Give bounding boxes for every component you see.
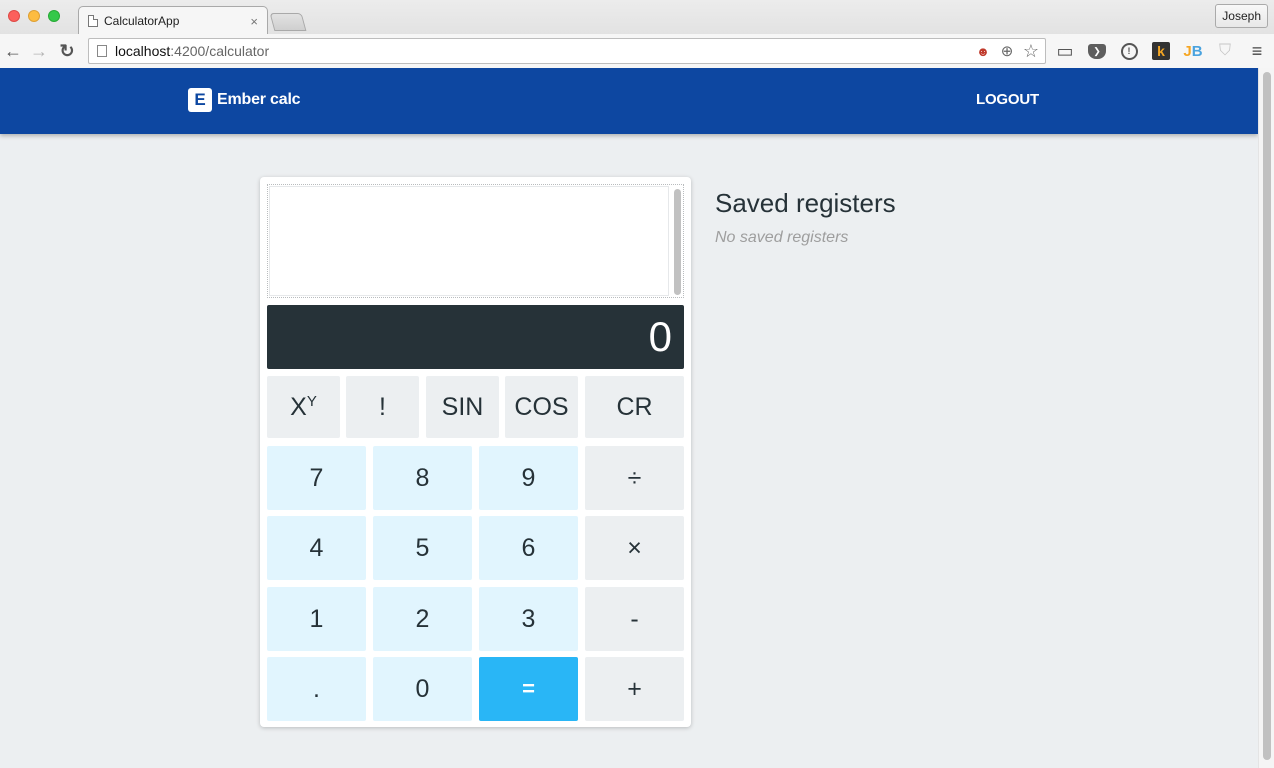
page-icon [88,15,98,27]
forward-icon[interactable]: → [28,40,50,62]
address-bar-actions: ☻ ⊕ ☆ [973,41,1041,61]
browser-tab[interactable]: CalculatorApp × [86,8,266,34]
calculator-display: 0 [267,305,684,369]
cast-icon[interactable]: ▭ [1052,40,1078,62]
history-scrollbar[interactable] [674,189,681,295]
tab-title: CalculatorApp [104,14,180,28]
page-icon [97,45,107,57]
extension-mascot-icon[interactable]: ☻ [973,41,993,61]
tab-close-icon[interactable]: × [250,14,258,29]
key-cos[interactable]: COS [505,376,578,438]
page-scrollbar[interactable] [1258,68,1274,768]
k-glyph: k [1152,42,1170,60]
shield-icon[interactable]: ⛉ [1212,40,1238,62]
key-power[interactable]: XY [267,376,340,438]
history-textarea[interactable] [267,184,684,298]
key-power-base: X [290,392,307,421]
app-header: E Ember calc LOGOUT [0,68,1258,134]
reload-icon[interactable]: ↻ [56,40,78,62]
cast-glyph: ▭ [1056,40,1074,61]
key-multiply[interactable]: × [585,516,684,580]
bookmark-star-icon[interactable]: ☆ [1021,41,1041,61]
key-divide[interactable]: ÷ [585,446,684,510]
key-4[interactable]: 4 [267,516,366,580]
page-viewport: E Ember calc LOGOUT 0 XY ! SIN COS CR 7 … [0,68,1258,768]
menu-glyph: ≡ [1251,40,1263,61]
pocket-icon[interactable]: ❯ [1084,40,1110,62]
key-decimal[interactable]: . [267,657,366,721]
pocket-glyph: ❯ [1088,43,1106,59]
saved-registers-panel: Saved registers No saved registers [715,188,896,247]
calculator-card: 0 XY ! SIN COS CR 7 8 9 ÷ 4 5 6 × 1 2 3 … [260,177,691,727]
tab-strip: CalculatorApp × Joseph [0,0,1274,34]
history-content [269,186,669,296]
logout-button[interactable]: LOGOUT [976,91,1039,108]
jb-glyph: JB [1183,43,1202,60]
key-2[interactable]: 2 [373,587,472,651]
back-icon[interactable]: ← [2,40,24,62]
key-clear[interactable]: CR [585,376,684,438]
page-scrollbar-thumb[interactable] [1263,72,1271,760]
key-6[interactable]: 6 [479,516,578,580]
jb-extension-icon[interactable]: JB [1180,40,1206,62]
k-extension-icon[interactable]: k [1148,40,1174,62]
minimize-window-button[interactable] [28,10,40,22]
shield-glyph: ⛉ [1218,42,1231,59]
no-registers-message: No saved registers [715,229,849,246]
url-path: :4200/calculator [170,43,270,59]
key-7[interactable]: 7 [267,446,366,510]
menu-icon[interactable]: ≡ [1244,40,1270,62]
key-add[interactable]: + [585,657,684,721]
address-bar[interactable]: localhost:4200/calculator ☻ ⊕ ☆ [88,38,1046,64]
zoom-icon[interactable]: ⊕ [997,41,1017,61]
saved-registers-title: Saved registers [715,188,896,218]
brand-link[interactable]: E Ember calc [188,88,301,112]
key-8[interactable]: 8 [373,446,472,510]
brand-name: Ember calc [217,91,301,108]
new-tab-button[interactable] [269,13,307,31]
key-factorial[interactable]: ! [346,376,419,438]
key-equals[interactable]: = [479,657,578,721]
key-1[interactable]: 1 [267,587,366,651]
close-window-button[interactable] [8,10,20,22]
key-sin[interactable]: SIN [426,376,499,438]
key-subtract[interactable]: - [585,587,684,651]
browser-chrome: CalculatorApp × Joseph ← → ↻ localhost:4… [0,0,1274,68]
onepassword-glyph: ! [1120,42,1138,60]
key-9[interactable]: 9 [479,446,578,510]
key-5[interactable]: 5 [373,516,472,580]
jb-j: J [1183,42,1192,60]
key-power-exponent: Y [306,392,317,410]
extensions-bar: ▭ ❯ ! k JB ⛉ ≡ [1052,40,1270,62]
url-host: localhost [115,43,171,59]
onepassword-icon[interactable]: ! [1116,40,1142,62]
profile-button[interactable]: Joseph [1215,4,1268,28]
ember-logo-icon: E [188,88,212,112]
maximize-window-button[interactable] [48,10,60,22]
browser-toolbar: ← → ↻ localhost:4200/calculator ☻ ⊕ ☆ ▭ … [0,34,1274,68]
jb-b: B [1191,42,1203,60]
key-3[interactable]: 3 [479,587,578,651]
key-0[interactable]: 0 [373,657,472,721]
